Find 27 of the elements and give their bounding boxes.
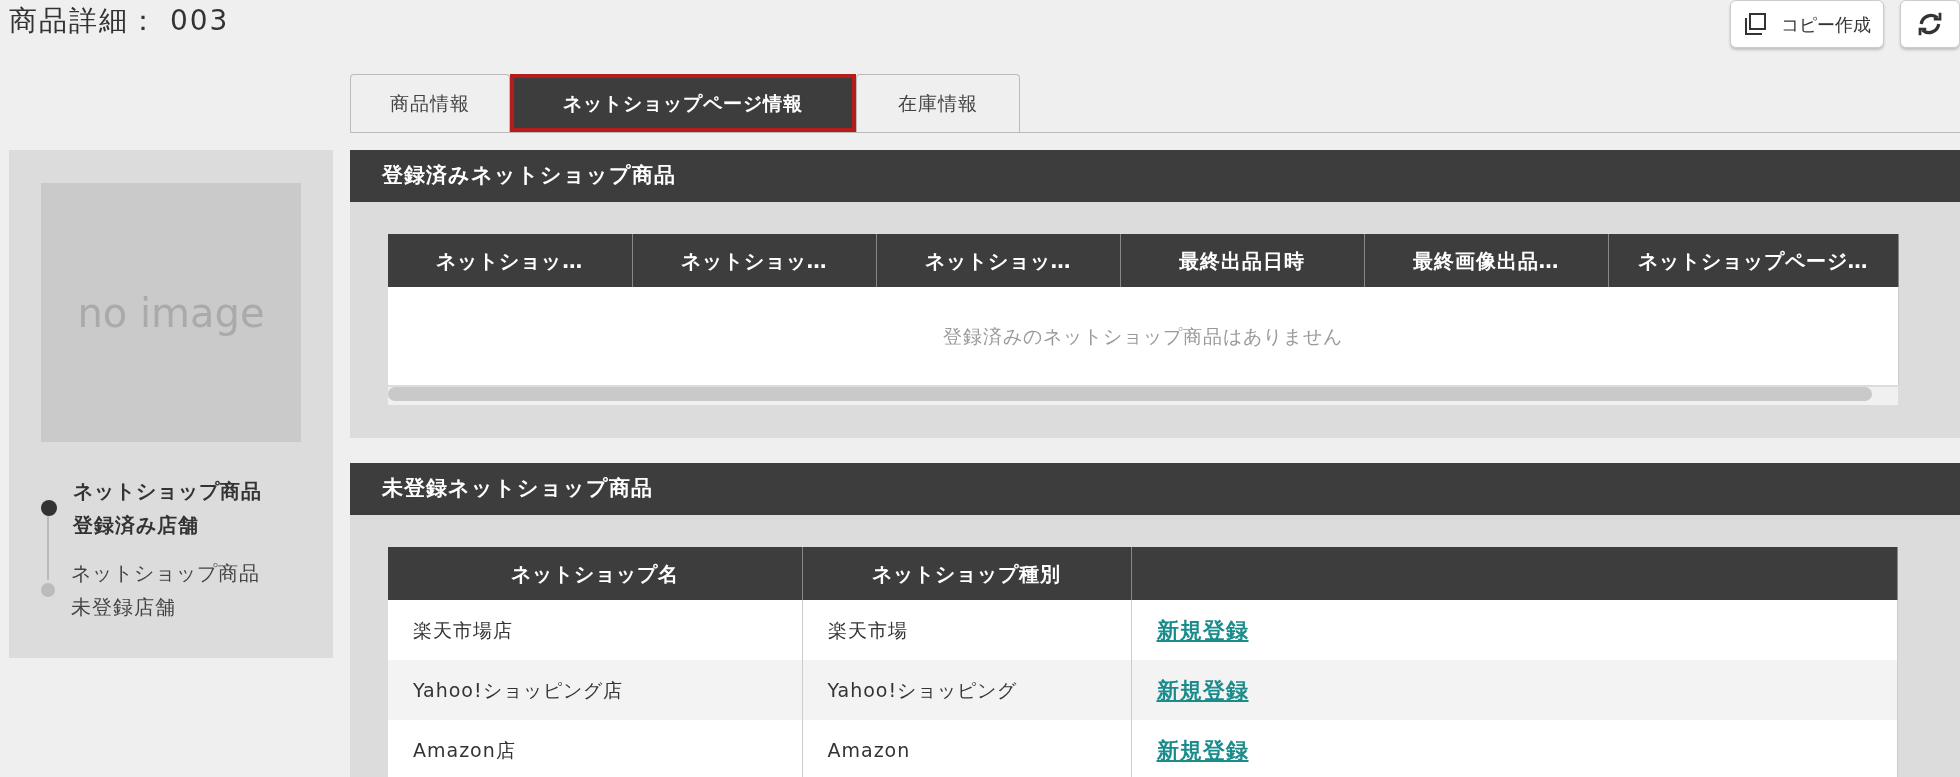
sidebar-item[interactable]: ネットショップ商品登録済み店舗 [73,474,273,542]
table-cell: Amazon [802,720,1131,777]
register-link[interactable]: 新規登録 [1156,737,1249,763]
table-cell: Yahoo!ショッピング [802,660,1131,720]
table-cell: Yahoo!ショッピング店 [388,660,802,720]
copy-icon [1743,12,1767,36]
section-title: 登録済みネットショップ商品 [350,150,1960,202]
page-title: 商品詳細： 003 [8,3,230,38]
register-link[interactable]: 新規登録 [1156,677,1249,703]
column-header: ネットショッ… [632,234,876,287]
column-header: ネットショップ種別 [802,547,1131,600]
tab[interactable]: ネットショップページ情報 [510,74,856,132]
register-link[interactable]: 新規登録 [1156,617,1249,643]
column-header: ネットショッ… [876,234,1120,287]
column-header: ネットショッ… [388,234,632,287]
column-header: 最終出品日時 [1120,234,1364,287]
table-cell: Amazon店 [388,720,802,777]
refresh-button[interactable] [1900,0,1960,48]
column-header: 最終画像出品… [1364,234,1608,287]
copy-button[interactable]: コピー作成 [1730,0,1884,48]
column-header: ネットショップページ… [1608,234,1898,287]
column-header: ネットショップ名 [388,547,802,600]
sidebar-item[interactable]: ネットショップ商品未登録店舗 [71,556,271,624]
tab[interactable]: 在庫情報 [856,74,1020,132]
tab[interactable]: 商品情報 [350,74,510,132]
section-title: 未登録ネットショップ商品 [350,463,1960,515]
empty-message: 登録済みのネットショップ商品はありません [388,287,1898,385]
